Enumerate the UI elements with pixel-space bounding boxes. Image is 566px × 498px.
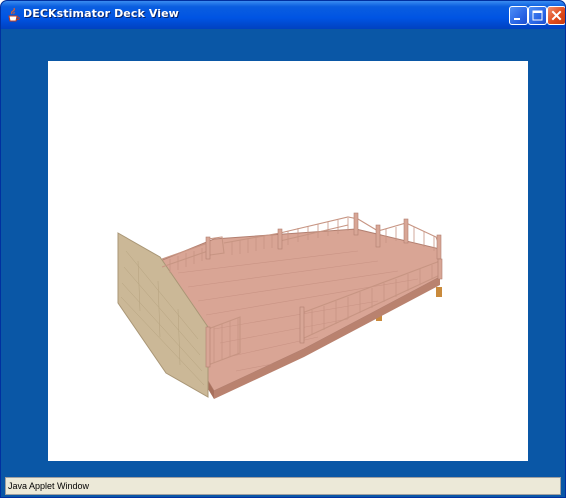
close-icon: [551, 10, 562, 21]
window-title: DECKstimator Deck View: [23, 7, 179, 20]
applet-panel: PLEASE WAIT FOR PDF... CLOSE WINDOW: [5, 29, 561, 473]
close-window-button[interactable]: CLOSE WINDOW: [329, 443, 426, 455]
deck-view-canvas[interactable]: [48, 61, 528, 461]
wait-for-pdf-button[interactable]: PLEASE WAIT FOR PDF...: [144, 443, 292, 455]
status-bar: Java Applet Window: [5, 477, 561, 495]
status-text: Java Applet Window: [8, 481, 90, 491]
title-bar[interactable]: DECKstimator Deck View: [1, 1, 565, 29]
close-button[interactable]: [547, 6, 565, 25]
java-cup-icon: [8, 7, 20, 22]
maximize-button[interactable]: [528, 6, 547, 25]
applet-window: DECKstimator Deck View PLEASE WAIT FOR P…: [0, 0, 566, 498]
deck-3d-render: [117, 212, 443, 399]
minimize-icon: [514, 18, 520, 20]
minimize-button[interactable]: [509, 6, 528, 25]
maximize-icon: [532, 10, 543, 21]
